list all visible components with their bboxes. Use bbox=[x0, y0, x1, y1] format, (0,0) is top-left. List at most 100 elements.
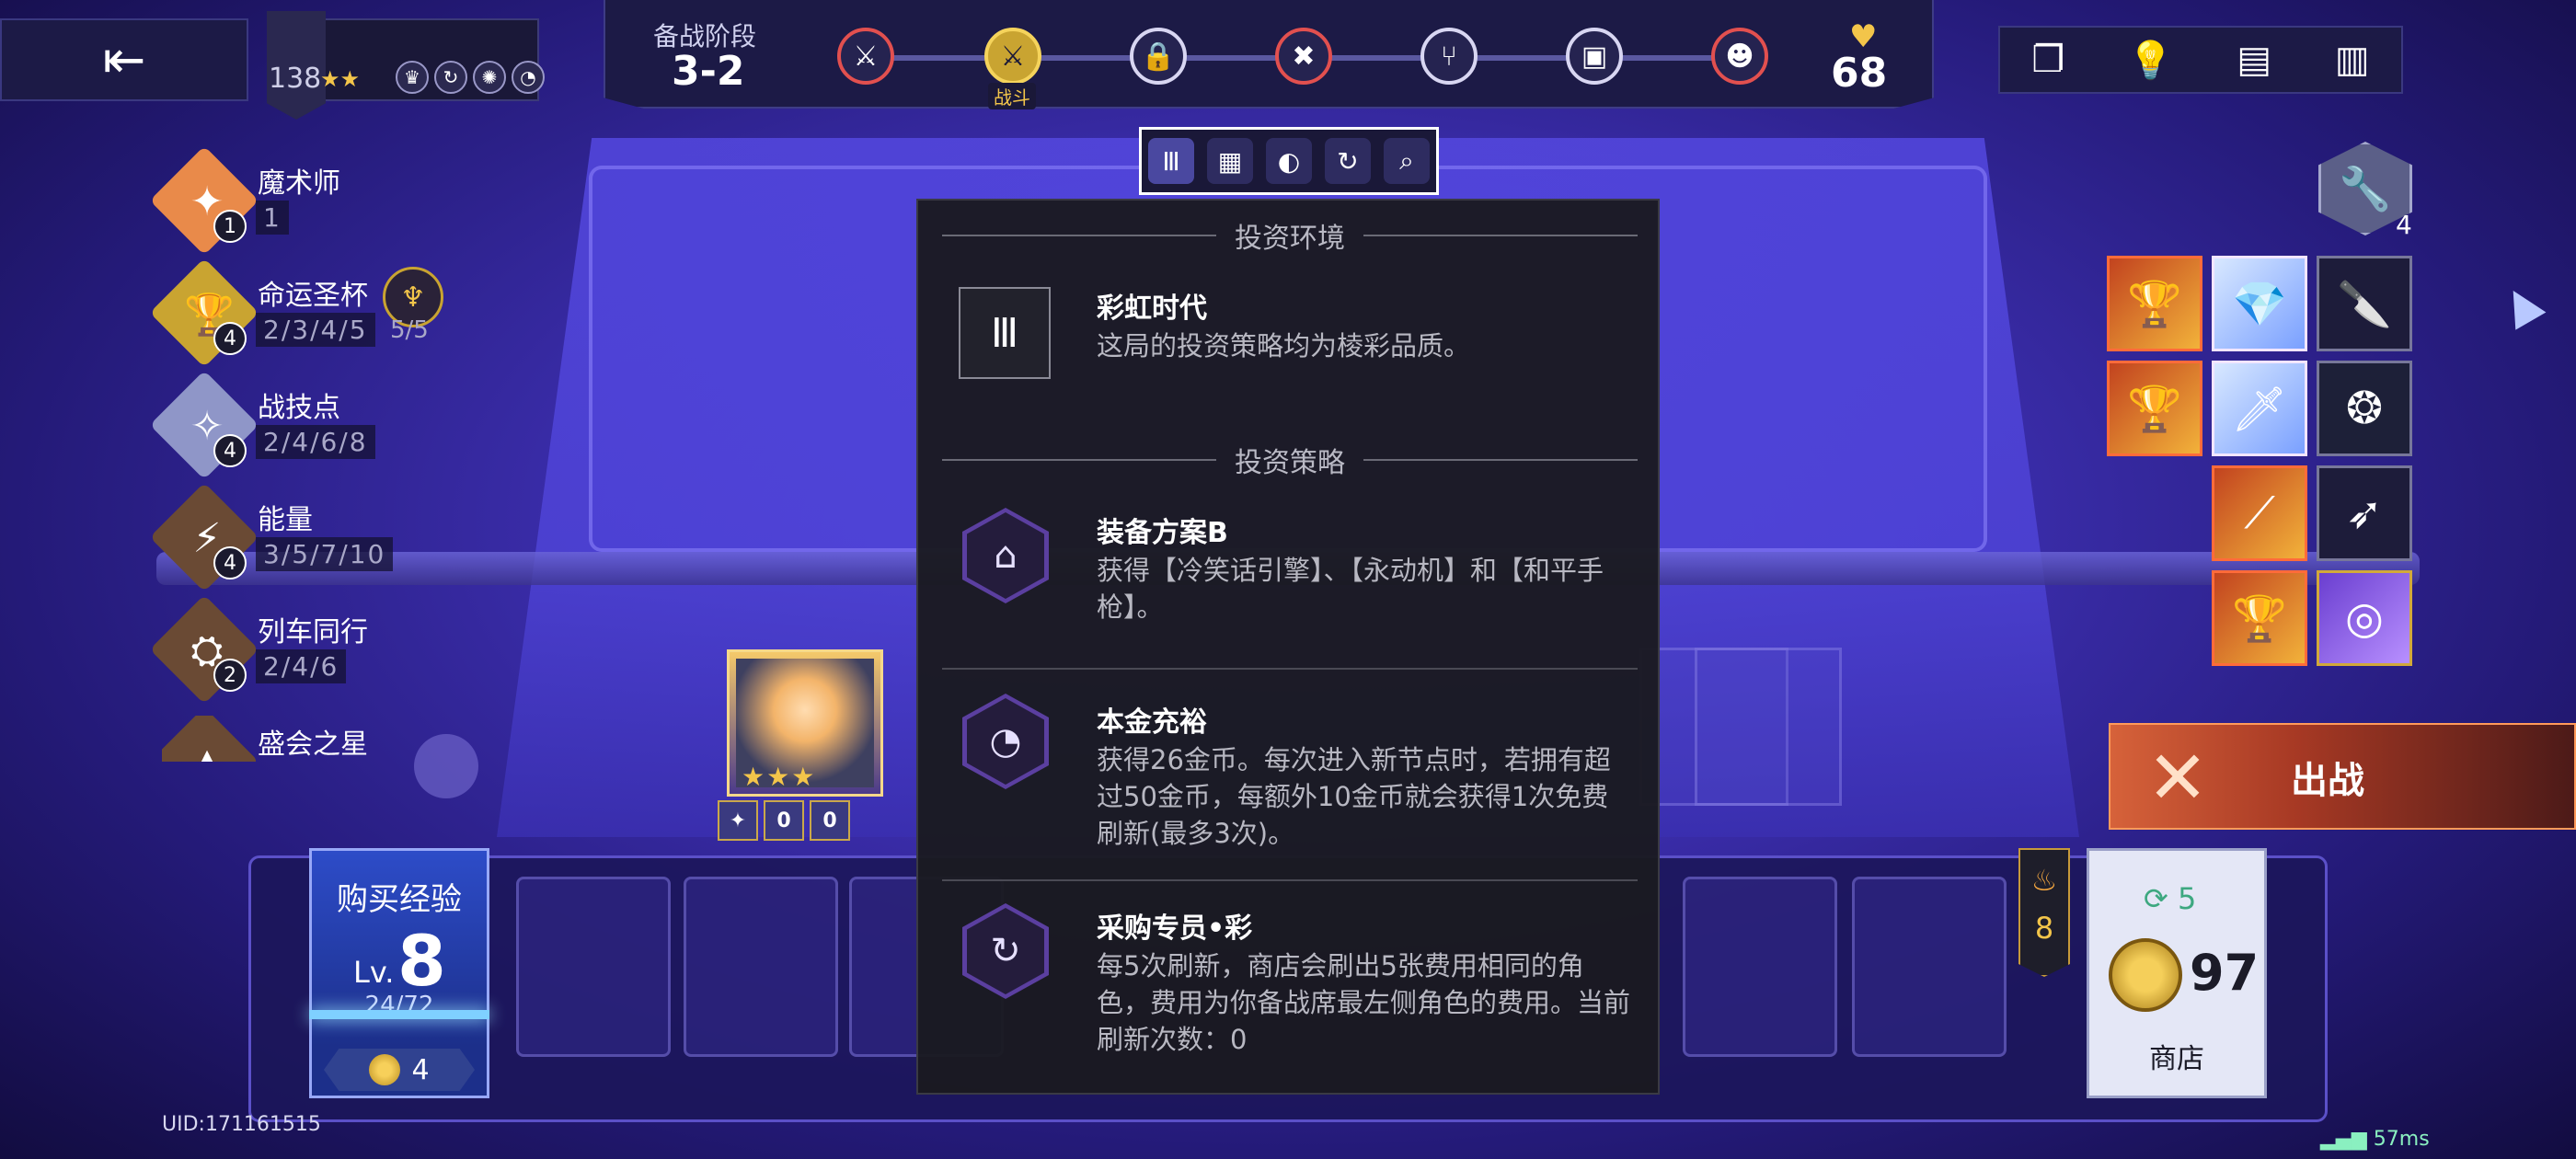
signal-icon: ▂▄▆ bbox=[2320, 1128, 2367, 1151]
synergy-energy[interactable]: ⚡ 4 能量 3/5/7/10 bbox=[149, 482, 475, 592]
coin-icon bbox=[369, 1054, 401, 1085]
vortex-item[interactable]: ◎ bbox=[2317, 570, 2412, 666]
tool-count: 4 bbox=[2396, 210, 2412, 240]
rainbow-era-icon: Ⅲ bbox=[959, 287, 1051, 379]
equipment-icon[interactable]: ▦ bbox=[1207, 138, 1253, 184]
strategy-title: 装备方案B bbox=[1097, 517, 1228, 549]
level-value: 8 bbox=[397, 920, 446, 1002]
phase-node-boss-icon[interactable]: ☻ bbox=[1711, 28, 1768, 85]
buy-exp-title: 购买经验 bbox=[337, 881, 462, 918]
rank-stars: ★★ bbox=[320, 66, 361, 92]
synergy-name: 命运圣杯 bbox=[258, 280, 368, 312]
gold-amount: 97 bbox=[2190, 944, 2260, 1002]
grail-icon: 🏆 bbox=[2232, 592, 2287, 645]
level-prefix: Lv. bbox=[353, 955, 395, 990]
synergy-magician[interactable]: ✦ 1 魔术师 1 bbox=[149, 145, 475, 256]
phase-node-branch-icon[interactable]: ⑂ bbox=[1420, 28, 1478, 85]
synergy-train[interactable]: ⛭ 2 列车同行 2/4/6 bbox=[149, 594, 475, 705]
phase-node-sword-icon[interactable]: ⚔ bbox=[837, 28, 894, 85]
strategy-icon[interactable]: Ⅲ bbox=[1148, 138, 1194, 184]
strategy-desc: 获得26金币。每次进入新节点时，若拥有超过50金币，每额外10金币就会获得1次免… bbox=[1097, 744, 1611, 849]
hero-item-count: 0 bbox=[822, 809, 837, 832]
ping-value: 57ms bbox=[2373, 1128, 2430, 1151]
spear-item[interactable]: ⟋ bbox=[2212, 465, 2307, 561]
hero-items: ✦ 0 0 bbox=[718, 800, 850, 841]
board-slot[interactable] bbox=[1695, 648, 1842, 806]
env-desc: 这局的投资策略均为棱彩品质。 bbox=[1097, 330, 1471, 361]
purchaser-icon: ↻ bbox=[962, 903, 1049, 999]
bench-slot[interactable] bbox=[516, 877, 671, 1057]
divider bbox=[942, 668, 1638, 670]
shop-refresh[interactable]: ⟳ 5 bbox=[2144, 881, 2196, 916]
gauge-icon: ◔ bbox=[512, 61, 545, 94]
grail-item[interactable]: 🏆 bbox=[2212, 570, 2307, 666]
synergy-tiers: 3/5/7/10 bbox=[256, 537, 394, 571]
refresh-icon[interactable]: ↻ bbox=[1325, 138, 1371, 184]
feather-icon: ➶ bbox=[2345, 488, 2384, 539]
phase-node-lock-icon[interactable]: 🔒 bbox=[1130, 28, 1187, 85]
phase-node-crossed-swords-icon[interactable]: ✖ bbox=[1275, 28, 1332, 85]
hero-item-slot[interactable]: ✦ bbox=[718, 800, 758, 841]
synergy-count: 2 bbox=[213, 659, 247, 692]
feather-item[interactable]: ➶ bbox=[2317, 465, 2412, 561]
synergy-name: 盛会之星 bbox=[258, 729, 368, 761]
grail-item[interactable]: 🏆 bbox=[2107, 361, 2202, 456]
profile-icons: ♛ ↻ ✺ ◔ bbox=[396, 61, 545, 94]
sword-icon: 🗡 bbox=[2231, 383, 2288, 435]
exp-cost: 4 bbox=[324, 1049, 475, 1091]
phase-node-current-sword-icon[interactable]: ⚔ bbox=[984, 28, 1041, 85]
strategy-title: 本金充裕 bbox=[1097, 706, 1207, 739]
book-icon[interactable]: ▤ bbox=[2237, 39, 2271, 81]
flame-icon: ♨ bbox=[2030, 863, 2058, 898]
knife-item[interactable]: 🔪 bbox=[2317, 256, 2412, 351]
exp-bar bbox=[309, 1010, 489, 1019]
money-icon[interactable]: ◐ bbox=[1266, 138, 1312, 184]
emblem-icon: ❂ bbox=[2345, 383, 2384, 434]
star-icon: ▲ bbox=[184, 740, 230, 762]
hero-item-slot[interactable]: 0 bbox=[764, 800, 804, 841]
synergy-star[interactable]: ▲ 盛会之星 bbox=[162, 716, 475, 762]
crystal-icon: 💎 bbox=[2232, 278, 2287, 330]
emblem-item[interactable]: ❂ bbox=[2317, 361, 2412, 456]
refresh-count: 5 bbox=[2177, 881, 2197, 916]
synergy-skill-point[interactable]: ✧ 4 战技点 2/4/6/8 bbox=[149, 370, 475, 480]
synergy-count: 4 bbox=[213, 322, 247, 355]
side-arrow-icon: ▲ bbox=[2491, 270, 2549, 335]
lightbulb-icon[interactable]: 💡 bbox=[2128, 39, 2174, 82]
grail-item[interactable]: 🏆 bbox=[2107, 256, 2202, 351]
uid: UID:171161515 bbox=[162, 1113, 321, 1136]
synergy-name: 能量 bbox=[258, 504, 313, 536]
synergy-grail[interactable]: 🏆 4 命运圣杯 2/3/4/5 ♆ 5/5 bbox=[149, 258, 475, 368]
synergy-name: 战技点 bbox=[258, 392, 340, 424]
hero-item-slot[interactable]: 0 bbox=[810, 800, 850, 841]
spear-icon: ⟋ bbox=[2244, 487, 2275, 539]
synergy-tiers: 2/3/4/5 bbox=[256, 313, 375, 347]
crown-icon: ♛ bbox=[396, 61, 429, 94]
hero-stars: ★★★ bbox=[742, 762, 817, 792]
sword-item[interactable]: 🗡 bbox=[2212, 361, 2307, 456]
divider bbox=[942, 879, 1638, 881]
synergy-count: 4 bbox=[213, 546, 247, 580]
env-title: 彩虹时代 bbox=[1097, 293, 1207, 325]
crystal-item[interactable]: 💎 bbox=[2212, 256, 2307, 351]
synergy-tiers: 2/4/6 bbox=[256, 649, 347, 683]
codex-icon[interactable]: ❐ bbox=[2031, 39, 2064, 81]
search-icon[interactable]: ⌕ bbox=[1384, 138, 1430, 184]
bench-slot[interactable] bbox=[684, 877, 838, 1057]
bench-slot[interactable] bbox=[1683, 877, 1837, 1057]
hero-item-count: 0 bbox=[776, 809, 791, 832]
section-heading: 投资策略 bbox=[942, 442, 1638, 479]
strategy-desc: 每5次刷新，商店会刷出5张费用相同的角色，费用为你备战席最左侧角色的费用。当前刷… bbox=[1097, 950, 1631, 1055]
bench-slot[interactable] bbox=[1852, 877, 2007, 1057]
deploy-label: 出战 bbox=[2291, 760, 2364, 802]
phase-node-chest-icon[interactable]: ▣ bbox=[1566, 28, 1623, 85]
streak-value: 8 bbox=[2034, 911, 2054, 946]
knife-icon: 🔪 bbox=[2337, 278, 2392, 330]
strategy-heading: 投资策略 bbox=[1235, 447, 1345, 479]
stats-icon[interactable]: ▥ bbox=[2335, 39, 2370, 81]
exit-button[interactable]: ⇤ bbox=[0, 18, 248, 101]
grail-icon: 🏆 bbox=[2127, 278, 2182, 330]
cycle-icon: ↻ bbox=[434, 61, 467, 94]
phase-value: 3-2 bbox=[672, 48, 745, 95]
synergy-extra: 5/5 bbox=[390, 316, 429, 344]
